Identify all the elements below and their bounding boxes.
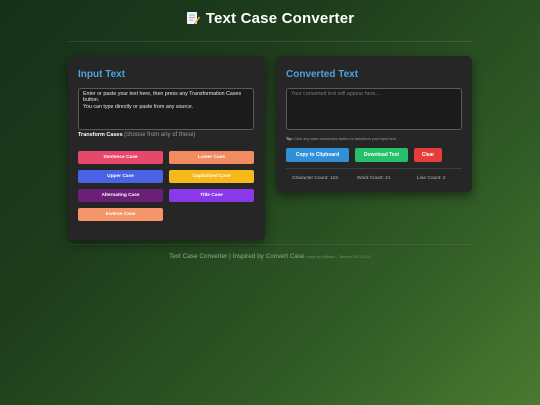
title-case-button[interactable]: Title Case xyxy=(169,189,254,202)
word-count: Word Count: 21 xyxy=(357,176,391,181)
transform-label-hint: (choose from any of these) xyxy=(124,132,196,138)
tip-message: Click any case conversion button to tran… xyxy=(293,137,397,141)
character-count: Character Count: 122 xyxy=(292,176,338,181)
copy-to-clipboard-button[interactable]: Copy to Clipboard xyxy=(286,148,349,162)
footer-credit: made by William L. Barnes 2023-2024 xyxy=(306,255,371,259)
footer: Text Case Converter | Inspired by Conver… xyxy=(0,253,540,260)
capitalized-case-button[interactable]: Capitalized Case xyxy=(169,170,254,183)
output-textarea[interactable]: Your converted text will appear here... xyxy=(286,88,462,130)
line-count: Line Count: 2 xyxy=(417,176,446,181)
alternating-case-button[interactable]: Alternating Case xyxy=(78,189,163,202)
footer-divider xyxy=(68,244,472,245)
page-title: Text Case Converter xyxy=(0,10,540,27)
stats-divider xyxy=(286,168,462,169)
lower-case-button[interactable]: Lower Case xyxy=(169,151,254,164)
page-title-text: Text Case Converter xyxy=(205,10,355,27)
input-panel: Input Text Enter or paste your text here… xyxy=(68,56,265,240)
tip-label: Tip: xyxy=(286,137,293,141)
clear-button[interactable]: Clear xyxy=(414,148,442,162)
input-textarea[interactable]: Enter or paste your text here, then pres… xyxy=(78,88,254,130)
sentence-case-button[interactable]: Sentence Case xyxy=(78,151,163,164)
inverse-case-button[interactable]: Inverse Case xyxy=(78,208,163,221)
memo-icon xyxy=(186,12,200,25)
transform-label-title: Transform Cases xyxy=(78,132,123,138)
transform-label: Transform Cases (choose from any of thes… xyxy=(78,132,196,138)
input-panel-title: Input Text xyxy=(78,69,126,80)
download-text-button[interactable]: Download Text xyxy=(355,148,408,162)
upper-case-button[interactable]: Upper Case xyxy=(78,170,163,183)
output-panel-title: Converted Text xyxy=(286,69,359,80)
header-divider xyxy=(68,41,472,42)
tip-text: Tip: Click any case conversion button to… xyxy=(286,137,397,141)
footer-text: Text Case Converter | Inspired by Conver… xyxy=(169,253,305,260)
output-panel: Converted Text Your converted text will … xyxy=(276,56,472,192)
